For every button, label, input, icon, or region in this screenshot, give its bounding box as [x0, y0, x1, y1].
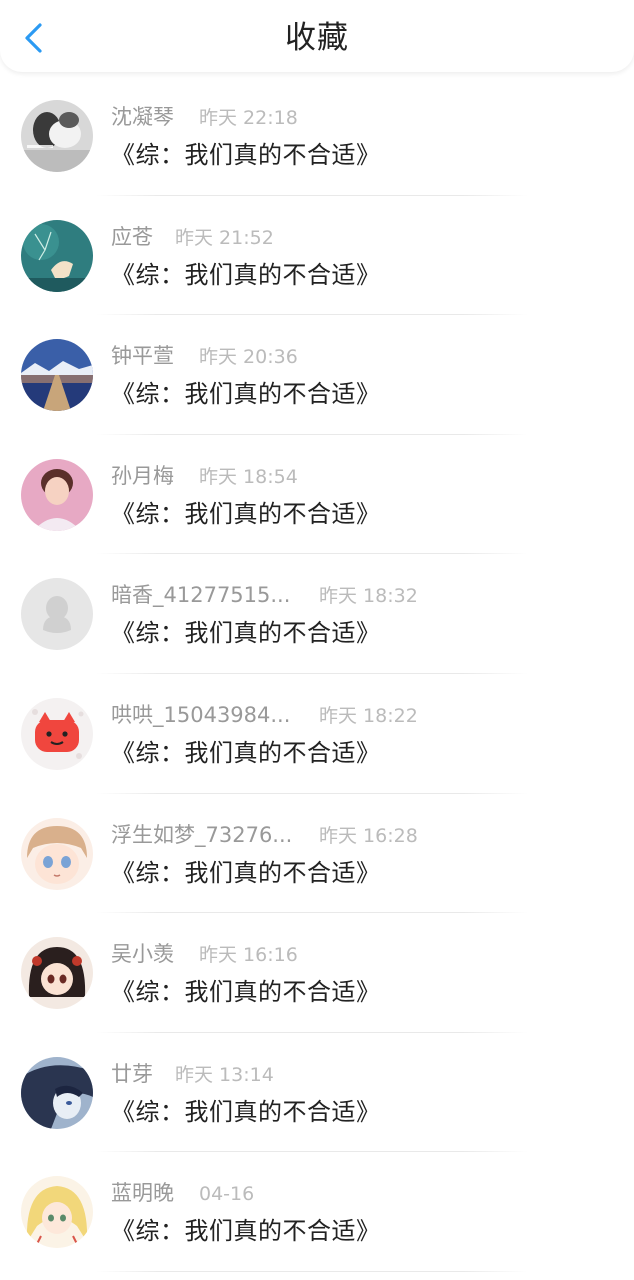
- favorited-title: 《综：我们真的不合适》: [111, 978, 381, 1007]
- divider: [96, 1270, 528, 1272]
- page-title: 收藏: [285, 20, 349, 56]
- favorited-title: 《综：我们真的不合适》: [111, 1097, 381, 1126]
- list-item[interactable]: 哄哄_15043984... 昨天 18:22 《综：我们真的不合适》: [0, 674, 634, 794]
- user-name: 孙月梅: [111, 463, 174, 488]
- anime-girl-avatar[interactable]: [21, 817, 93, 890]
- timestamp: 04-16: [199, 1183, 255, 1206]
- favorited-title: 《综：我们真的不合适》: [111, 738, 381, 767]
- favorited-title: 《综：我们真的不合适》: [111, 1217, 381, 1246]
- timestamp: 昨天 21:52: [175, 226, 274, 249]
- favorited-title: 《综：我们真的不合适》: [111, 260, 381, 289]
- user-name: 哄哄_15043984...: [111, 702, 291, 727]
- anime-chibi-avatar[interactable]: [21, 937, 93, 1010]
- list-item[interactable]: 蓝明晚 04-16 《综：我们真的不合适》: [0, 1152, 634, 1272]
- default-penguin-avatar[interactable]: [21, 578, 93, 651]
- favorited-title: 《综：我们真的不合适》: [111, 858, 381, 887]
- list-item[interactable]: 孙月梅 昨天 18:54 《综：我们真的不合适》: [0, 435, 634, 555]
- timestamp: 昨天 18:22: [319, 704, 418, 727]
- favorited-title: 《综：我们真的不合适》: [111, 499, 381, 528]
- anime-dark-avatar[interactable]: [21, 1056, 93, 1129]
- user-name: 浮生如梦_73276...: [111, 822, 293, 847]
- teal-deer-avatar[interactable]: [21, 219, 93, 292]
- list-item[interactable]: 廿芽 昨天 13:14 《综：我们真的不合适》: [0, 1033, 634, 1153]
- portrait-avatar[interactable]: [21, 458, 93, 531]
- header-bar: 收藏: [0, 0, 634, 72]
- list-item[interactable]: 钟平萱 昨天 20:36 《综：我们真的不合适》: [0, 315, 634, 435]
- red-pig-avatar[interactable]: [21, 697, 93, 770]
- list-item[interactable]: 沈凝琴 昨天 22:18 《综：我们真的不合适》: [0, 76, 634, 196]
- anime-blonde-avatar[interactable]: [21, 1176, 93, 1249]
- lake-pier-avatar[interactable]: [21, 339, 93, 412]
- favorites-list: 沈凝琴 昨天 22:18 《综：我们真的不合适》 应苍 昨天 21:52 《综：…: [0, 76, 634, 1272]
- list-item[interactable]: 吴小羡 昨天 16:16 《综：我们真的不合适》: [0, 913, 634, 1033]
- timestamp: 昨天 20:36: [199, 346, 298, 369]
- list-item[interactable]: 浮生如梦_73276... 昨天 16:28 《综：我们真的不合适》: [0, 794, 634, 914]
- timestamp: 昨天 16:16: [199, 944, 298, 967]
- timestamp: 昨天 22:18: [199, 107, 298, 129]
- list-item[interactable]: 应苍 昨天 21:52 《综：我们真的不合适》: [0, 196, 634, 316]
- favorited-title: 《综：我们真的不合适》: [111, 380, 381, 409]
- user-name: 廿芽: [111, 1061, 153, 1086]
- user-name: 应苍: [111, 224, 153, 249]
- user-name: 蓝明晚: [111, 1181, 174, 1206]
- timestamp: 昨天 13:14: [175, 1063, 274, 1086]
- timestamp: 昨天 18:32: [319, 585, 418, 608]
- user-name: 钟平萱: [111, 344, 174, 369]
- timestamp: 昨天 16:28: [319, 824, 418, 847]
- photo-avatar[interactable]: [21, 100, 93, 172]
- favorited-title: 《综：我们真的不合适》: [111, 141, 381, 169]
- favorited-title: 《综：我们真的不合适》: [111, 619, 381, 648]
- user-name: 沈凝琴: [111, 105, 174, 129]
- user-name: 吴小羡: [111, 942, 174, 967]
- timestamp: 昨天 18:54: [199, 465, 298, 488]
- user-name: 暗香_41277515...: [111, 583, 291, 608]
- list-item[interactable]: 暗香_41277515... 昨天 18:32 《综：我们真的不合适》: [0, 554, 634, 674]
